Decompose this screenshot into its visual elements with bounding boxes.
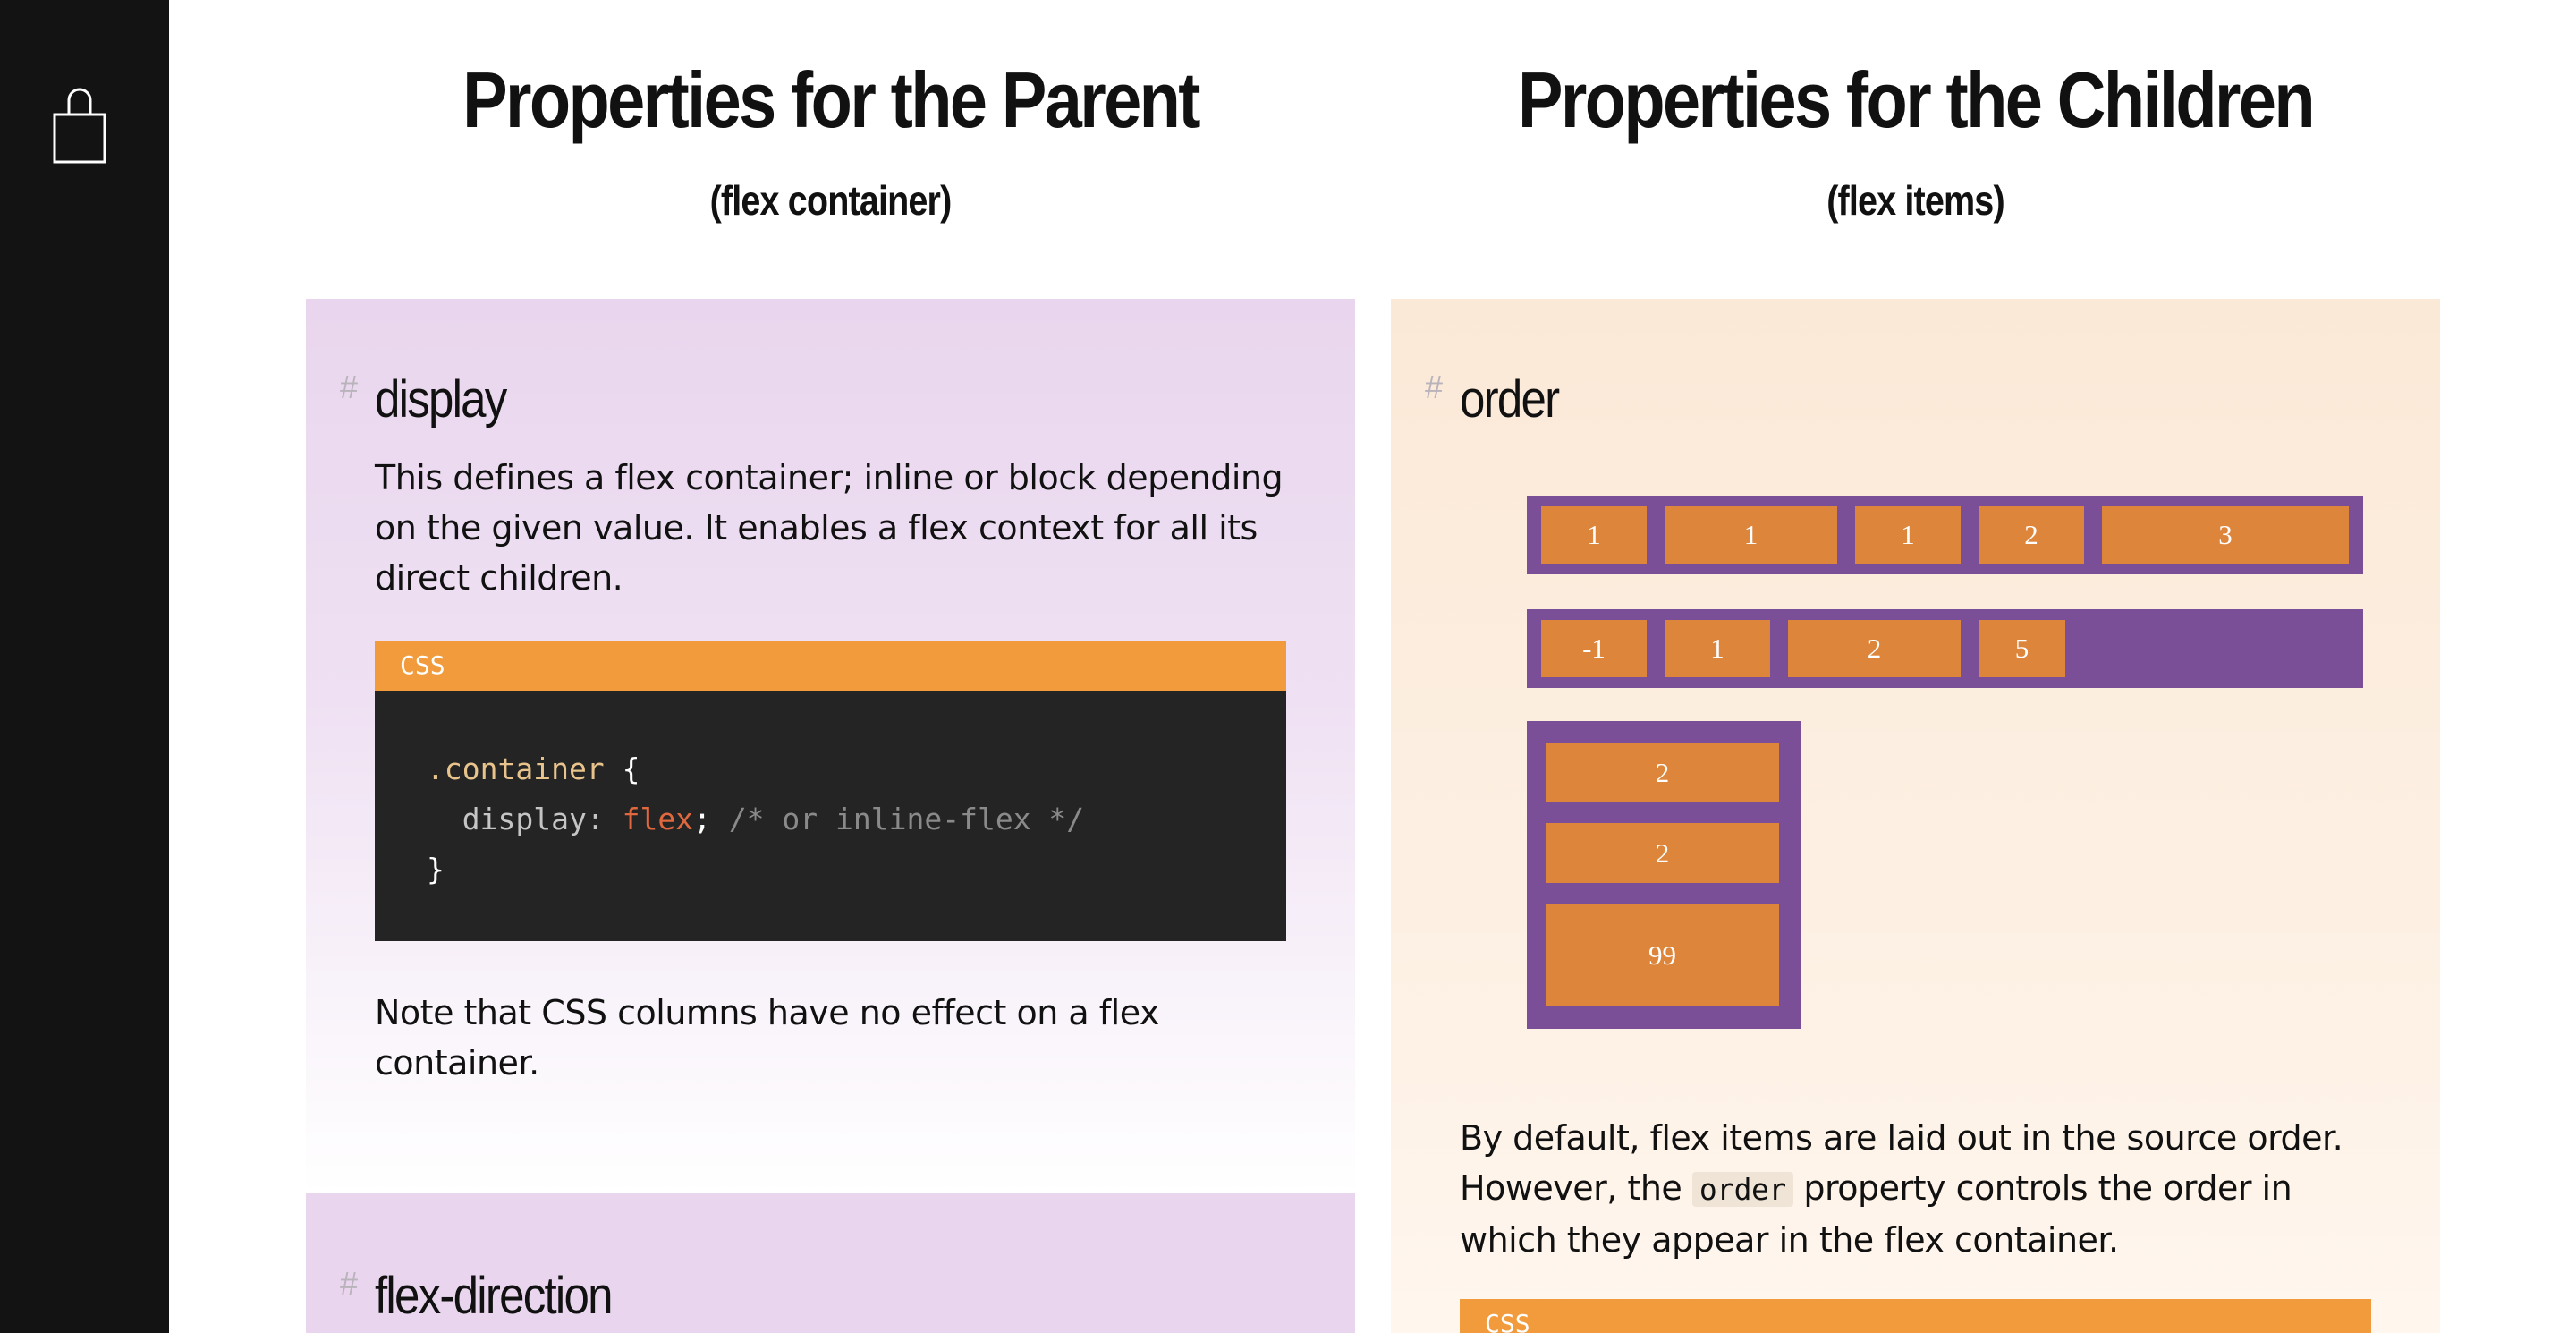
code-brace: { bbox=[622, 751, 640, 786]
code-language-label: CSS bbox=[1460, 1299, 2371, 1333]
flex-item: 99 bbox=[1546, 904, 1779, 1006]
parent-heading: Properties for the Parent bbox=[462, 55, 1200, 144]
code-brace: } bbox=[427, 852, 445, 887]
shopping-bag-icon[interactable] bbox=[52, 88, 107, 165]
code-block: CSS .container { display: flex; /* or in… bbox=[375, 641, 1286, 941]
main-content: Properties for the Parent (flex containe… bbox=[169, 0, 2576, 1333]
children-subheading: (flex items) bbox=[1826, 177, 2004, 224]
flex-item: 3 bbox=[2102, 506, 2349, 564]
section-description: By default, flex items are laid out in t… bbox=[1460, 1113, 2390, 1265]
display-section: # display This defines a flex container;… bbox=[306, 299, 1355, 1193]
code-value: flex bbox=[622, 802, 694, 836]
code-property: display bbox=[462, 802, 587, 836]
order-demo-row-2: -1 1 2 5 bbox=[1527, 609, 2363, 688]
section-title: display bbox=[375, 370, 507, 429]
flex-item: 2 bbox=[1979, 506, 2084, 564]
sidebar bbox=[0, 0, 169, 1333]
flex-item: 1 bbox=[1541, 506, 1647, 564]
order-section: # order 1 1 1 2 3 -1 1 2 5 2 2 99 By def… bbox=[1391, 299, 2440, 1333]
code-semicolon: ; bbox=[693, 802, 711, 836]
code-language-label: CSS bbox=[375, 641, 1286, 691]
code-selector: .container bbox=[427, 751, 605, 786]
flex-item: 1 bbox=[1665, 620, 1770, 677]
section-title: flex-direction bbox=[375, 1267, 613, 1325]
section-title: order bbox=[1460, 370, 1560, 429]
order-demo-column: 2 2 99 bbox=[1527, 721, 1801, 1029]
flex-direction-section: # flex-direction bbox=[306, 1193, 1355, 1333]
flex-item: 1 bbox=[1665, 506, 1837, 564]
section-description: This defines a flex container; inline or… bbox=[375, 458, 1284, 598]
flex-item: 2 bbox=[1546, 823, 1779, 883]
anchor-link[interactable]: # bbox=[340, 1265, 358, 1303]
flex-item: 2 bbox=[1546, 743, 1779, 802]
anchor-link[interactable]: # bbox=[1425, 369, 1443, 406]
code-block: CSS bbox=[1460, 1299, 2371, 1333]
flex-item: 1 bbox=[1855, 506, 1961, 564]
parent-subheading: (flex container) bbox=[709, 177, 953, 224]
code-content: .container { display: flex; /* or inline… bbox=[375, 691, 1286, 941]
order-demo-row-1: 1 1 1 2 3 bbox=[1527, 496, 2363, 574]
flex-item: -1 bbox=[1541, 620, 1647, 677]
code-comment: /* or inline-flex */ bbox=[728, 802, 1085, 836]
inline-code: order bbox=[1691, 1172, 1793, 1207]
section-note: Note that CSS columns have no effect on … bbox=[375, 993, 1159, 1083]
code-colon: : bbox=[586, 802, 605, 836]
flex-item: 2 bbox=[1788, 620, 1961, 677]
children-heading: Properties for the Children bbox=[1517, 55, 2316, 144]
flex-item: 5 bbox=[1979, 620, 2065, 677]
anchor-link[interactable]: # bbox=[340, 369, 358, 406]
